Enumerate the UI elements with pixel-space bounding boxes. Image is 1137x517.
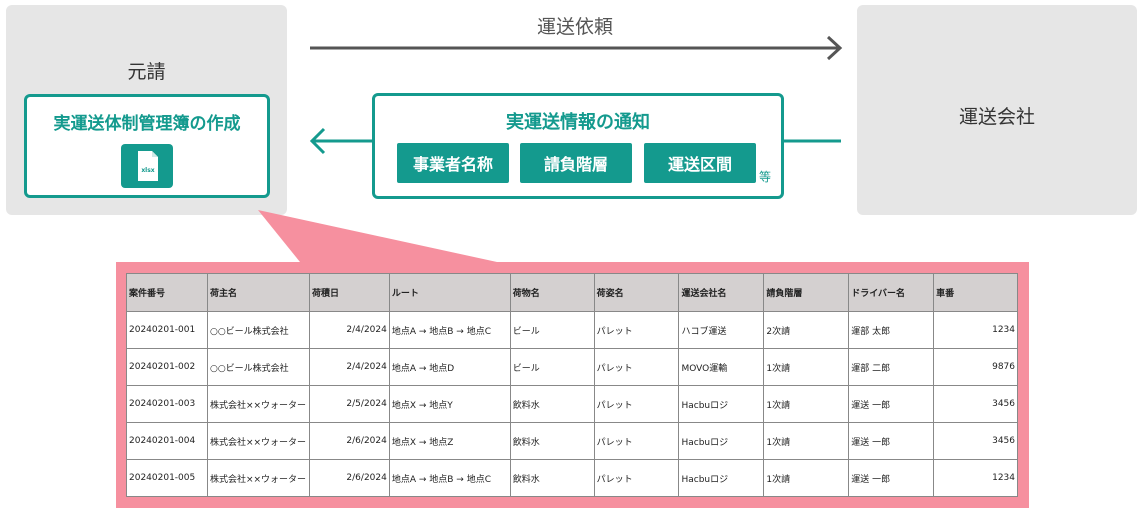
table-cell: MOVO運輸: [678, 348, 765, 386]
column-header: 荷姿名: [593, 273, 680, 312]
table-cell: パレット: [593, 459, 680, 497]
table-cell: 20240201-002: [126, 348, 208, 386]
column-header: 運送会社名: [678, 273, 765, 312]
table-cell: 株式会社××ウォーター: [206, 385, 310, 423]
column-header: 請負階層: [763, 273, 850, 312]
table-cell: ○○ビール株式会社: [206, 311, 310, 349]
table-cell: 株式会社××ウォーター: [206, 422, 310, 460]
table-cell: 地点X → 地点Y: [388, 385, 511, 423]
column-header: 案件番号: [126, 273, 208, 312]
table-cell: ビール: [509, 311, 595, 349]
column-header: ルート: [388, 273, 511, 312]
table-cell: パレット: [593, 385, 680, 423]
table-row: 20240201-003 株式会社××ウォーター 2/5/2024 地点X → …: [126, 385, 1018, 423]
table-cell: 2次請: [763, 311, 850, 349]
table-cell: 2/6/2024: [308, 422, 390, 460]
table-cell: 1次請: [763, 422, 850, 460]
table-cell: 運部 太郎: [848, 311, 935, 349]
table-cell: Hacbuロジ: [678, 422, 765, 460]
table-cell: 飲料水: [509, 459, 595, 497]
table-cell: 1次請: [763, 385, 850, 423]
table-cell: 2/4/2024: [308, 311, 390, 349]
column-header: 荷主名: [206, 273, 310, 312]
column-header: ドライバー名: [848, 273, 935, 312]
table-cell: 運送 一郎: [848, 422, 935, 460]
table-cell: 地点A → 地点B → 地点C: [388, 459, 511, 497]
column-header: 荷積日: [308, 273, 390, 312]
table-cell: Hacbuロジ: [678, 459, 765, 497]
table-cell: パレット: [593, 422, 680, 460]
ledger-table: 案件番号 荷主名 荷積日 ルート 荷物名 荷姿名 運送会社名 請負階層 ドライバ…: [126, 273, 1018, 497]
table-cell: 1234: [933, 459, 1018, 497]
table-cell: ハコブ運送: [678, 311, 765, 349]
column-header: 車番: [933, 273, 1018, 312]
table-cell: 2/5/2024: [308, 385, 390, 423]
table-cell: 飲料水: [509, 422, 595, 460]
table-row: 20240201-001 ○○ビール株式会社 2/4/2024 地点A → 地点…: [126, 311, 1018, 349]
table-cell: 20240201-005: [126, 459, 208, 497]
table-cell: 飲料水: [509, 385, 595, 423]
table-cell: Hacbuロジ: [678, 385, 765, 423]
table-cell: パレット: [593, 311, 680, 349]
ledger-table-callout: 案件番号 荷主名 荷積日 ルート 荷物名 荷姿名 運送会社名 請負階層 ドライバ…: [116, 262, 1029, 508]
table-row: 20240201-004 株式会社××ウォーター 2/6/2024 地点X → …: [126, 422, 1018, 460]
table-cell: 株式会社××ウォーター: [206, 459, 310, 497]
table-cell: 1234: [933, 311, 1018, 349]
table-cell: 20240201-003: [126, 385, 208, 423]
table-cell: 1次請: [763, 348, 850, 386]
table-cell: 運部 二郎: [848, 348, 935, 386]
table-cell: 2/6/2024: [308, 459, 390, 497]
table-cell: 運送 一郎: [848, 459, 935, 497]
table-cell: 20240201-001: [126, 311, 208, 349]
table-cell: 3456: [933, 385, 1018, 423]
table-cell: 3456: [933, 422, 1018, 460]
table-cell: 20240201-004: [126, 422, 208, 460]
callout-pointer: [258, 210, 497, 262]
table-cell: ビール: [509, 348, 595, 386]
table-cell: パレット: [593, 348, 680, 386]
column-header: 荷物名: [509, 273, 595, 312]
table-cell: ○○ビール株式会社: [206, 348, 310, 386]
table-cell: 地点A → 地点B → 地点C: [388, 311, 511, 349]
table-cell: 地点X → 地点Z: [388, 422, 511, 460]
ledger-table-sheet: 案件番号 荷主名 荷積日 ルート 荷物名 荷姿名 運送会社名 請負階層 ドライバ…: [126, 273, 1018, 497]
table-header-row: 案件番号 荷主名 荷積日 ルート 荷物名 荷姿名 運送会社名 請負階層 ドライバ…: [126, 273, 1018, 312]
table-cell: 地点A → 地点D: [388, 348, 511, 386]
table-cell: 運送 一郎: [848, 385, 935, 423]
table-row: 20240201-005 株式会社××ウォーター 2/6/2024 地点A → …: [126, 459, 1018, 497]
table-row: 20240201-002 ○○ビール株式会社 2/4/2024 地点A → 地点…: [126, 348, 1018, 386]
table-cell: 9876: [933, 348, 1018, 386]
table-cell: 1次請: [763, 459, 850, 497]
table-cell: 2/4/2024: [308, 348, 390, 386]
